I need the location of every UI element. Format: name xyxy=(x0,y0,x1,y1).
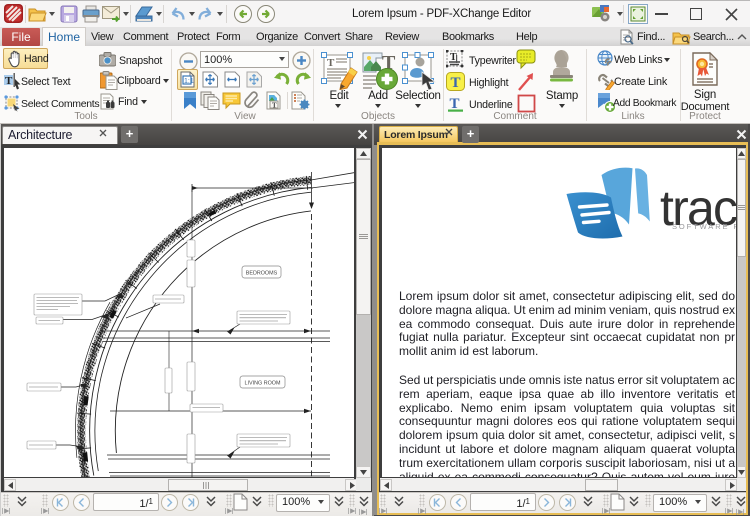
svg-text:LIVING ROOM: LIVING ROOM xyxy=(245,381,281,387)
svg-text:BEDROOMS: BEDROOMS xyxy=(246,271,278,277)
svg-text:1:1: 1:1 xyxy=(184,78,194,85)
svg-text:T: T xyxy=(5,75,13,87)
svg-text:T: T xyxy=(327,57,335,69)
svg-text:T: T xyxy=(272,102,277,110)
svg-text:T: T xyxy=(451,75,461,91)
